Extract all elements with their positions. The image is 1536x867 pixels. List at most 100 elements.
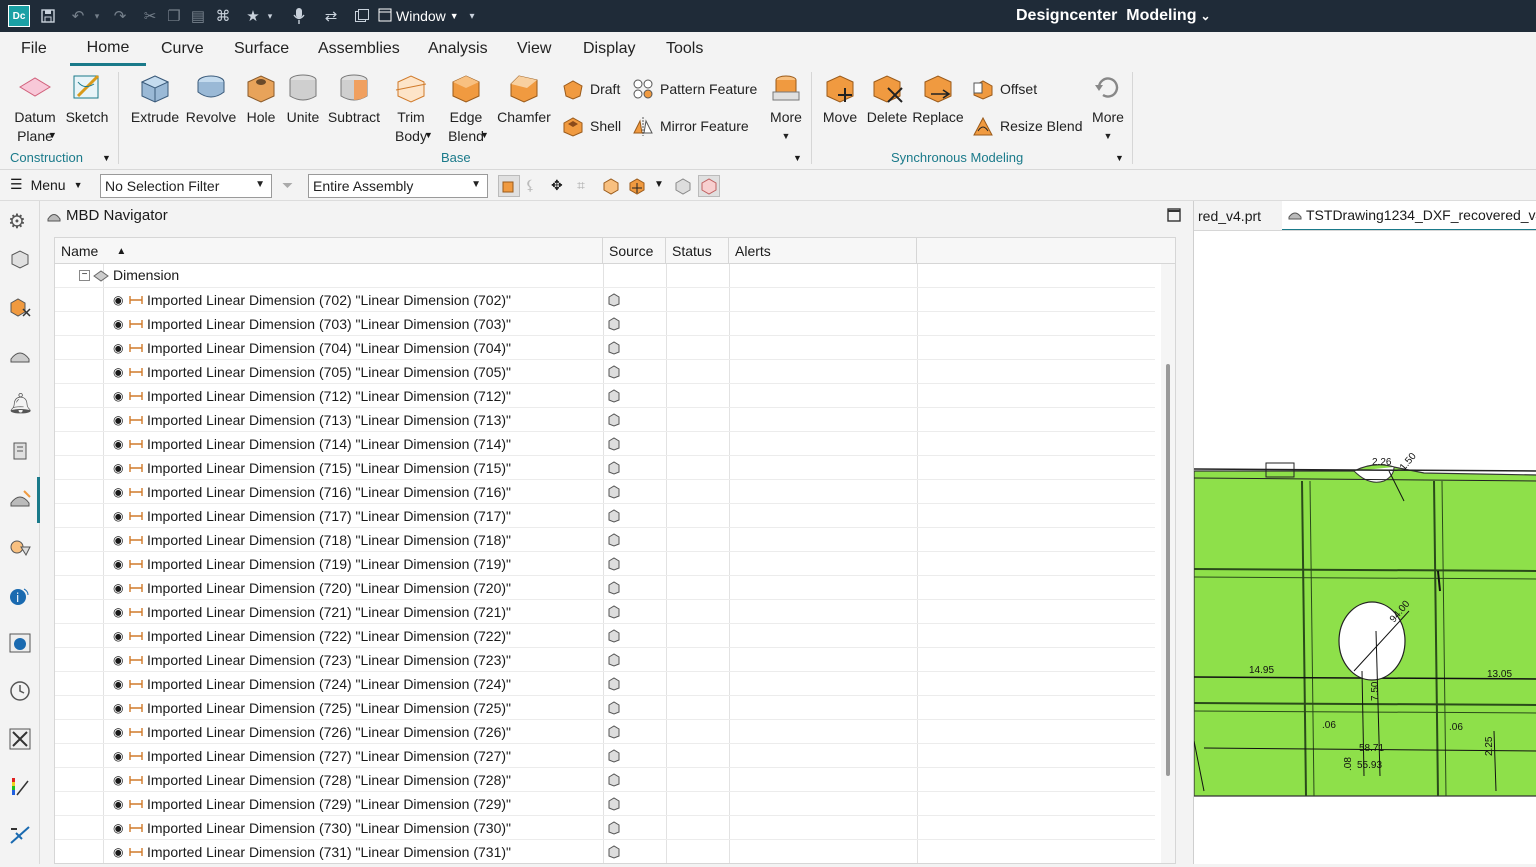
table-row[interactable]: ◉ Imported Linear Dimension (721) "Linear… bbox=[55, 600, 1155, 624]
star-dropdown-icon[interactable]: ▾ bbox=[264, 0, 276, 32]
table-row[interactable]: ◉ Imported Linear Dimension (728) "Linear… bbox=[55, 768, 1155, 792]
command-finder-icon[interactable]: ⇄ bbox=[320, 0, 342, 32]
table-row[interactable]: ◉ Imported Linear Dimension (720) "Linear… bbox=[55, 576, 1155, 600]
resize-blend-button[interactable]: Resize Blend bbox=[972, 115, 1083, 137]
tab-analysis[interactable]: Analysis bbox=[428, 32, 488, 66]
group-icon[interactable]: ⌘ bbox=[212, 0, 234, 32]
selection-scope-dropdown[interactable]: Entire Assembly ▼ bbox=[308, 174, 488, 198]
table-row[interactable]: ◉ Imported Linear Dimension (717) "Linear… bbox=[55, 504, 1155, 528]
column-header-status[interactable]: Status bbox=[666, 238, 729, 264]
model-view[interactable]: 2.26 1.50 14.95 13.05 94.00 7.50 .06 .06… bbox=[1193, 231, 1536, 864]
copy-icon[interactable]: ❐ bbox=[164, 0, 184, 32]
table-row[interactable]: ◉ Imported Linear Dimension (722) "Linear… bbox=[55, 624, 1155, 648]
graphics-window[interactable]: red_v4.prt TSTDrawing1234_DXF_recovered_… bbox=[1193, 201, 1536, 864]
select-curve-icon[interactable]: ⚸ bbox=[525, 177, 543, 195]
settings-icon[interactable]: ⚙ bbox=[8, 209, 32, 233]
window-menu[interactable]: Window ▼ bbox=[378, 0, 459, 32]
eye-icon[interactable]: ◉ bbox=[113, 677, 123, 691]
column-header-alerts[interactable]: Alerts bbox=[729, 238, 917, 264]
draft-button[interactable]: Draft bbox=[562, 78, 620, 100]
filter-icon[interactable]: ⏷ bbox=[282, 177, 300, 195]
table-row[interactable]: ◉ Imported Linear Dimension (731) "Linear… bbox=[55, 840, 1155, 863]
select-body-icon[interactable] bbox=[602, 177, 620, 195]
eye-icon[interactable]: ◉ bbox=[113, 461, 123, 475]
table-row[interactable]: ◉ Imported Linear Dimension (715) "Linear… bbox=[55, 456, 1155, 480]
select-point-icon[interactable]: ✥ bbox=[551, 177, 569, 195]
construction-group-expand-icon[interactable]: ▼ bbox=[102, 153, 111, 163]
tab-curve[interactable]: Curve bbox=[161, 32, 204, 66]
eye-icon[interactable]: ◉ bbox=[113, 365, 123, 379]
select-feature-icon[interactable] bbox=[498, 175, 520, 197]
eye-icon[interactable]: ◉ bbox=[113, 845, 123, 859]
maximize-icon[interactable] bbox=[1167, 208, 1181, 225]
tab-file[interactable]: File bbox=[21, 32, 47, 66]
table-row[interactable]: ◉ Imported Linear Dimension (716) "Linear… bbox=[55, 480, 1155, 504]
tab-tools[interactable]: Tools bbox=[666, 32, 703, 66]
eye-icon[interactable]: ◉ bbox=[113, 725, 123, 739]
app-title[interactable]: Designcenter Modeling ⌄ bbox=[1016, 0, 1211, 32]
unite-button[interactable]: Unite bbox=[283, 70, 323, 127]
table-row[interactable]: ◉ Imported Linear Dimension (713) "Linear… bbox=[55, 408, 1155, 432]
customize-quick-access-icon[interactable]: ▾ bbox=[464, 0, 480, 32]
history-icon[interactable] bbox=[8, 439, 32, 463]
process-icon[interactable] bbox=[8, 823, 32, 847]
delete-face-button[interactable]: Delete bbox=[864, 70, 910, 127]
table-row[interactable]: ◉ Imported Linear Dimension (724) "Linear… bbox=[55, 672, 1155, 696]
replace-face-button[interactable]: Replace bbox=[912, 70, 964, 127]
column-header-name[interactable]: Name ▲ bbox=[55, 238, 603, 264]
table-row[interactable]: ◉ Imported Linear Dimension (730) "Linear… bbox=[55, 816, 1155, 840]
eye-icon[interactable]: ◉ bbox=[113, 293, 123, 307]
mirror-feature-button[interactable]: Mirror Feature bbox=[632, 115, 749, 137]
snap-point-icon[interactable] bbox=[628, 177, 646, 195]
hole-button[interactable]: Hole bbox=[242, 70, 280, 127]
mbd-navigator-icon[interactable] bbox=[8, 487, 32, 511]
reuse-library-icon[interactable] bbox=[8, 535, 32, 559]
constraint-navigator-icon[interactable] bbox=[8, 343, 32, 367]
subtract-button[interactable]: Subtract bbox=[326, 70, 382, 127]
document-tab-part[interactable]: red_v4.prt bbox=[1198, 201, 1261, 230]
tools-icon[interactable] bbox=[8, 727, 32, 751]
eye-icon[interactable]: ◉ bbox=[113, 629, 123, 643]
undo-icon[interactable]: ↶ bbox=[68, 0, 88, 32]
table-row[interactable]: ◉ Imported Linear Dimension (702) "Linear… bbox=[55, 288, 1155, 312]
eye-icon[interactable]: ◉ bbox=[113, 341, 123, 355]
app-logo[interactable]: Dc bbox=[8, 5, 30, 27]
eye-icon[interactable]: ◉ bbox=[113, 773, 123, 787]
table-row[interactable]: ◉ Imported Linear Dimension (719) "Linear… bbox=[55, 552, 1155, 576]
select-edge-icon[interactable]: ⌗ bbox=[577, 177, 595, 195]
eye-icon[interactable]: ◉ bbox=[113, 797, 123, 811]
analysis-icon[interactable] bbox=[8, 775, 32, 799]
pattern-feature-button[interactable]: Pattern Feature bbox=[632, 78, 757, 100]
selection-filter-dropdown[interactable]: No Selection Filter ▼ bbox=[100, 174, 272, 198]
tab-surface[interactable]: Surface bbox=[234, 32, 289, 66]
tab-display[interactable]: Display bbox=[583, 32, 635, 66]
chevron-down-icon[interactable]: ▼ bbox=[48, 130, 57, 140]
revolve-button[interactable]: Revolve bbox=[185, 70, 237, 127]
extrude-button[interactable]: Extrude bbox=[130, 70, 180, 127]
eye-icon[interactable]: ◉ bbox=[113, 389, 123, 403]
column-header-source[interactable]: Source bbox=[603, 238, 666, 264]
microphone-icon[interactable] bbox=[288, 0, 310, 32]
eye-icon[interactable]: ◉ bbox=[113, 701, 123, 715]
eye-icon[interactable]: ◉ bbox=[113, 437, 123, 451]
info-icon[interactable]: i bbox=[8, 583, 32, 607]
chevron-down-icon[interactable]: ▼ bbox=[424, 130, 433, 140]
document-tab-drawing[interactable]: TSTDrawing1234_DXF_recovered_v4 bbox=[1282, 201, 1536, 230]
web-browser-icon[interactable] bbox=[8, 631, 32, 655]
table-row[interactable]: ◉ Imported Linear Dimension (726) "Linear… bbox=[55, 720, 1155, 744]
table-row[interactable]: ◉ Imported Linear Dimension (714) "Linear… bbox=[55, 432, 1155, 456]
tab-view[interactable]: View bbox=[517, 32, 551, 66]
tree-group-row[interactable]: − Dimension bbox=[55, 264, 1155, 288]
eye-icon[interactable]: ◉ bbox=[113, 581, 123, 595]
shell-button[interactable]: Shell bbox=[562, 115, 621, 137]
eye-icon[interactable]: ◉ bbox=[113, 485, 123, 499]
offset-face-button[interactable]: Offset bbox=[972, 78, 1037, 100]
scrollbar-thumb[interactable] bbox=[1166, 364, 1170, 776]
table-row[interactable]: ◉ Imported Linear Dimension (729) "Linear… bbox=[55, 792, 1155, 816]
base-group-expand-icon[interactable]: ▼ bbox=[793, 153, 802, 163]
eye-icon[interactable]: ◉ bbox=[113, 749, 123, 763]
sketch-button[interactable]: Sketch bbox=[64, 70, 110, 127]
table-row[interactable]: ◉ Imported Linear Dimension (723) "Linear… bbox=[55, 648, 1155, 672]
chamfer-button[interactable]: Chamfer bbox=[496, 70, 552, 127]
eye-icon[interactable]: ◉ bbox=[113, 653, 123, 667]
